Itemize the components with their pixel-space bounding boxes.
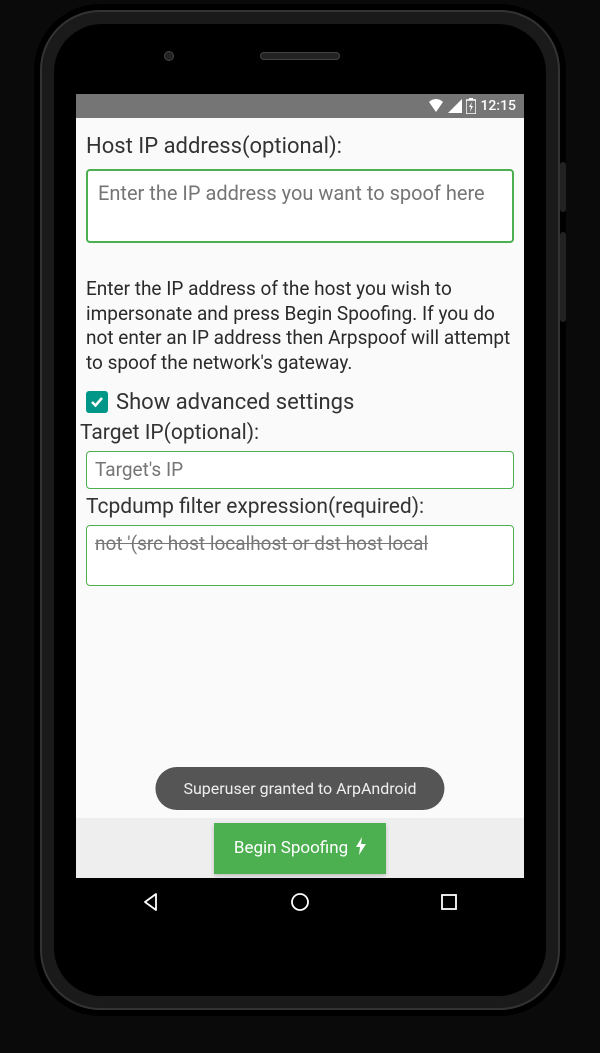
description-text: Enter the IP address of the host you wis… — [86, 277, 514, 376]
main-content: Host IP address(optional): Enter the IP … — [76, 118, 524, 818]
host-ip-label: Host IP address(optional): — [86, 134, 514, 159]
navigation-bar — [76, 878, 524, 926]
tcpdump-filter-input[interactable]: not '(src host localhost or dst host loc… — [86, 525, 514, 587]
begin-spoofing-button[interactable]: Begin Spoofing — [214, 823, 386, 874]
nav-back-button[interactable] — [111, 878, 191, 926]
begin-spoofing-label: Begin Spoofing — [234, 838, 348, 858]
battery-charging-icon — [466, 98, 476, 114]
wifi-icon — [428, 99, 444, 113]
advanced-checkbox-label: Show advanced settings — [116, 390, 354, 415]
tcpdump-filter-label: Tcpdump filter expression(required): — [86, 495, 514, 519]
cell-signal-icon — [448, 99, 462, 113]
screen: 12:15 Host IP address(optional): Enter t… — [76, 94, 524, 926]
nav-home-button[interactable] — [260, 878, 340, 926]
toast-message: Superuser granted to ArpAndroid — [155, 767, 444, 810]
status-bar: 12:15 — [76, 94, 524, 118]
advanced-checkbox-row[interactable]: Show advanced settings — [86, 390, 514, 415]
button-bar: Begin Spoofing — [76, 818, 524, 878]
volume-button — [560, 232, 566, 322]
phone-frame: 12:15 Host IP address(optional): Enter t… — [40, 10, 560, 1010]
advanced-checkbox[interactable] — [86, 391, 108, 413]
power-button — [560, 162, 566, 212]
bolt-icon — [356, 837, 366, 860]
phone-speaker — [260, 52, 340, 60]
status-time: 12:15 — [480, 98, 516, 114]
nav-recent-button[interactable] — [409, 878, 489, 926]
target-ip-input[interactable] — [86, 451, 514, 489]
phone-camera — [164, 51, 174, 61]
target-ip-label: Target IP(optional): — [80, 421, 514, 445]
host-ip-input[interactable] — [86, 169, 514, 243]
